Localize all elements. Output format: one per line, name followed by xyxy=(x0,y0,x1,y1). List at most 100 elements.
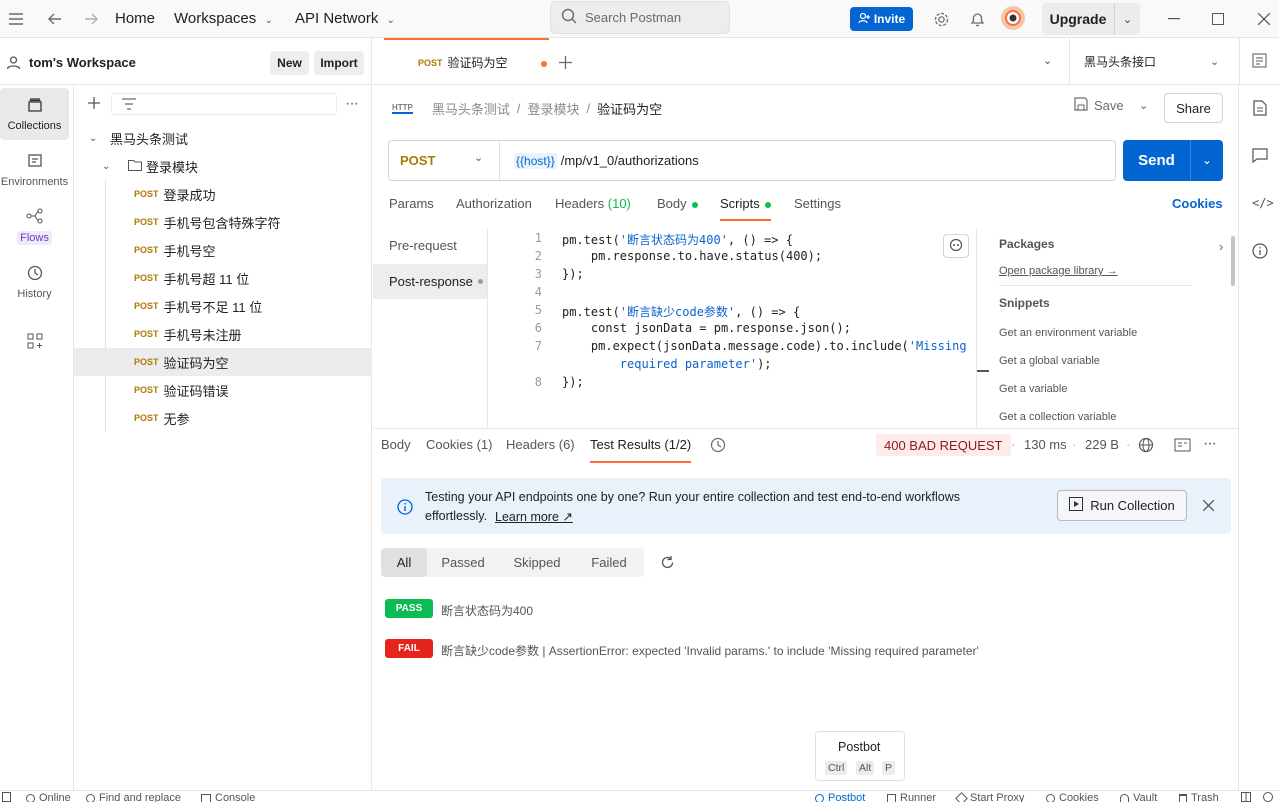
request-item[interactable]: POST 手机号超 11 位 xyxy=(74,264,372,292)
layout-icon[interactable] xyxy=(2,792,11,802)
learn-more-link[interactable]: Learn more ↗ xyxy=(495,509,573,524)
tab-authorization[interactable]: Authorization xyxy=(456,196,532,211)
sidebar-item-collections[interactable]: Collections xyxy=(0,88,69,140)
postbot-popup[interactable]: Postbot Ctrl Alt P xyxy=(815,731,905,781)
sidebar-item-more[interactable] xyxy=(0,316,69,368)
response-size[interactable]: 229 B xyxy=(1085,437,1119,452)
online-status[interactable]: Online xyxy=(26,792,71,802)
comments-icon[interactable] xyxy=(1252,148,1268,163)
filter-input[interactable] xyxy=(111,93,337,115)
search-input[interactable]: Search Postman xyxy=(550,1,730,34)
code-editor[interactable]: 1 pm.test('断言状态码为400', () => {2 pm.respon… xyxy=(489,228,975,428)
chevron-down-icon[interactable]: ⌄ xyxy=(1043,54,1052,67)
status-badge[interactable]: 400 BAD REQUEST xyxy=(876,434,1011,456)
postbot-status-button[interactable]: Postbot xyxy=(815,792,865,802)
request-item[interactable]: POST 登录成功 xyxy=(74,180,372,208)
script-tab-pre-request[interactable]: Pre-request xyxy=(373,228,487,263)
response-tab-cookies[interactable]: Cookies (1) xyxy=(426,437,492,452)
tab-scripts[interactable]: Scripts xyxy=(720,196,771,221)
maximize-icon[interactable] xyxy=(1208,9,1228,29)
tab-headers[interactable]: Headers (10) xyxy=(555,196,631,211)
code-icon[interactable]: </> xyxy=(1252,196,1274,210)
tab-body[interactable]: Body xyxy=(657,196,698,211)
close-icon[interactable] xyxy=(1254,9,1274,29)
plus-icon[interactable] xyxy=(86,95,102,111)
layout-toggle-icon[interactable] xyxy=(1241,792,1251,802)
breadcrumb-collection[interactable]: 黑马头条测试 xyxy=(432,99,510,118)
collection-item[interactable]: ⌄ 黑马头条测试 xyxy=(74,124,372,152)
snippet-item[interactable]: Get a variable xyxy=(999,383,1067,395)
tab-params[interactable]: Params xyxy=(389,196,434,211)
response-tab-test-results[interactable]: Test Results (1/2) xyxy=(590,437,692,463)
vault-button[interactable]: Vault xyxy=(1120,792,1157,802)
new-tab-plus-icon[interactable] xyxy=(557,54,573,70)
close-icon[interactable] xyxy=(1203,500,1214,511)
response-tab-body[interactable]: Body xyxy=(381,437,411,452)
postbot-button[interactable] xyxy=(943,234,969,258)
response-tab-headers[interactable]: Headers (6) xyxy=(506,437,575,452)
api-network-menu[interactable]: API Network ⌄ xyxy=(295,10,395,27)
environment-quicklook[interactable] xyxy=(1239,38,1279,85)
request-item[interactable]: POST 验证码为空 xyxy=(74,348,372,376)
info-icon[interactable] xyxy=(1252,243,1268,259)
save-button[interactable]: Save xyxy=(1074,97,1124,114)
snippet-item[interactable]: Get a collection variable xyxy=(999,411,1116,423)
request-item[interactable]: POST 手机号空 xyxy=(74,236,372,264)
minimize-icon[interactable] xyxy=(1164,9,1184,29)
bell-icon[interactable] xyxy=(967,9,987,29)
workspaces-menu[interactable]: Workspaces ⌄ xyxy=(174,10,273,27)
script-tab-post-response[interactable]: Post-response xyxy=(373,264,487,299)
globe-icon[interactable] xyxy=(1138,437,1154,453)
request-item[interactable]: POST 手机号不足 11 位 xyxy=(74,292,372,320)
refresh-icon[interactable] xyxy=(660,555,675,570)
sidebar-item-history[interactable]: History xyxy=(0,256,69,308)
runner-button[interactable]: Runner xyxy=(887,792,936,802)
run-collection-button[interactable]: Run Collection xyxy=(1057,490,1187,521)
start-proxy-button[interactable]: Start Proxy xyxy=(955,791,1024,802)
snippet-item[interactable]: Get a global variable xyxy=(999,355,1100,367)
folder-item[interactable]: ⌄ 登录模块 xyxy=(74,152,372,180)
filter-passed[interactable]: Passed xyxy=(427,548,499,577)
help-icon[interactable] xyxy=(1263,792,1273,802)
upgrade-button[interactable]: Upgrade ⌄ xyxy=(1042,3,1140,35)
sidebar-item-flows[interactable]: Flows xyxy=(0,200,69,252)
more-options-icon[interactable]: ··· xyxy=(1203,435,1217,453)
console-button[interactable]: Console xyxy=(201,792,255,802)
invite-button[interactable]: Invite xyxy=(850,7,913,31)
avatar[interactable] xyxy=(1001,6,1025,30)
history-icon[interactable] xyxy=(710,437,726,453)
request-item[interactable]: POST 手机号未注册 xyxy=(74,320,372,348)
environment-select[interactable]: 黑马头条接口 ⌄ xyxy=(1069,38,1229,85)
tab-settings[interactable]: Settings xyxy=(794,196,841,211)
save-options-chevron-icon[interactable]: ⌄ xyxy=(1139,99,1148,112)
forward-arrow-icon[interactable] xyxy=(82,10,100,28)
filter-skipped[interactable]: Skipped xyxy=(499,548,575,577)
request-item[interactable]: POST 手机号包含特殊字符 xyxy=(74,208,372,236)
back-arrow-icon[interactable] xyxy=(46,10,64,28)
more-options-icon[interactable]: ··· xyxy=(345,95,359,113)
cookies-status-button[interactable]: Cookies xyxy=(1046,792,1099,802)
menu-icon[interactable] xyxy=(7,10,25,28)
import-button[interactable]: Import xyxy=(314,51,364,75)
find-replace-button[interactable]: Find and replace xyxy=(86,792,181,802)
request-item[interactable]: POST 验证码错误 xyxy=(74,376,372,404)
filter-all[interactable]: All xyxy=(381,548,427,577)
tab-request[interactable]: POST 验证码为空 xyxy=(384,38,549,85)
sidebar-item-environments[interactable]: Environments xyxy=(0,144,69,196)
share-button[interactable]: Share xyxy=(1164,93,1223,123)
url-input[interactable]: {{host}} /mp/v1_0/authorizations xyxy=(500,152,1115,169)
open-package-library-link[interactable]: Open package library → xyxy=(999,265,1118,277)
gear-icon[interactable] xyxy=(931,9,951,29)
method-select[interactable]: POST ⌄ xyxy=(389,141,500,180)
send-button[interactable]: Send ⌄ xyxy=(1123,140,1223,181)
chevron-right-icon[interactable]: › xyxy=(1219,239,1223,254)
request-item[interactable]: POST 无参 xyxy=(74,404,372,432)
cookies-link[interactable]: Cookies xyxy=(1172,196,1223,211)
trash-button[interactable]: Trash xyxy=(1179,792,1219,802)
response-time[interactable]: 130 ms xyxy=(1024,437,1067,452)
chevron-down-icon[interactable]: ⌄ xyxy=(1114,3,1140,35)
scrollbar[interactable] xyxy=(1231,236,1235,286)
breadcrumb-folder[interactable]: 登录模块 xyxy=(528,99,580,118)
home-link[interactable]: Home xyxy=(115,10,155,27)
workspace-name[interactable]: tom's Workspace xyxy=(29,55,136,70)
